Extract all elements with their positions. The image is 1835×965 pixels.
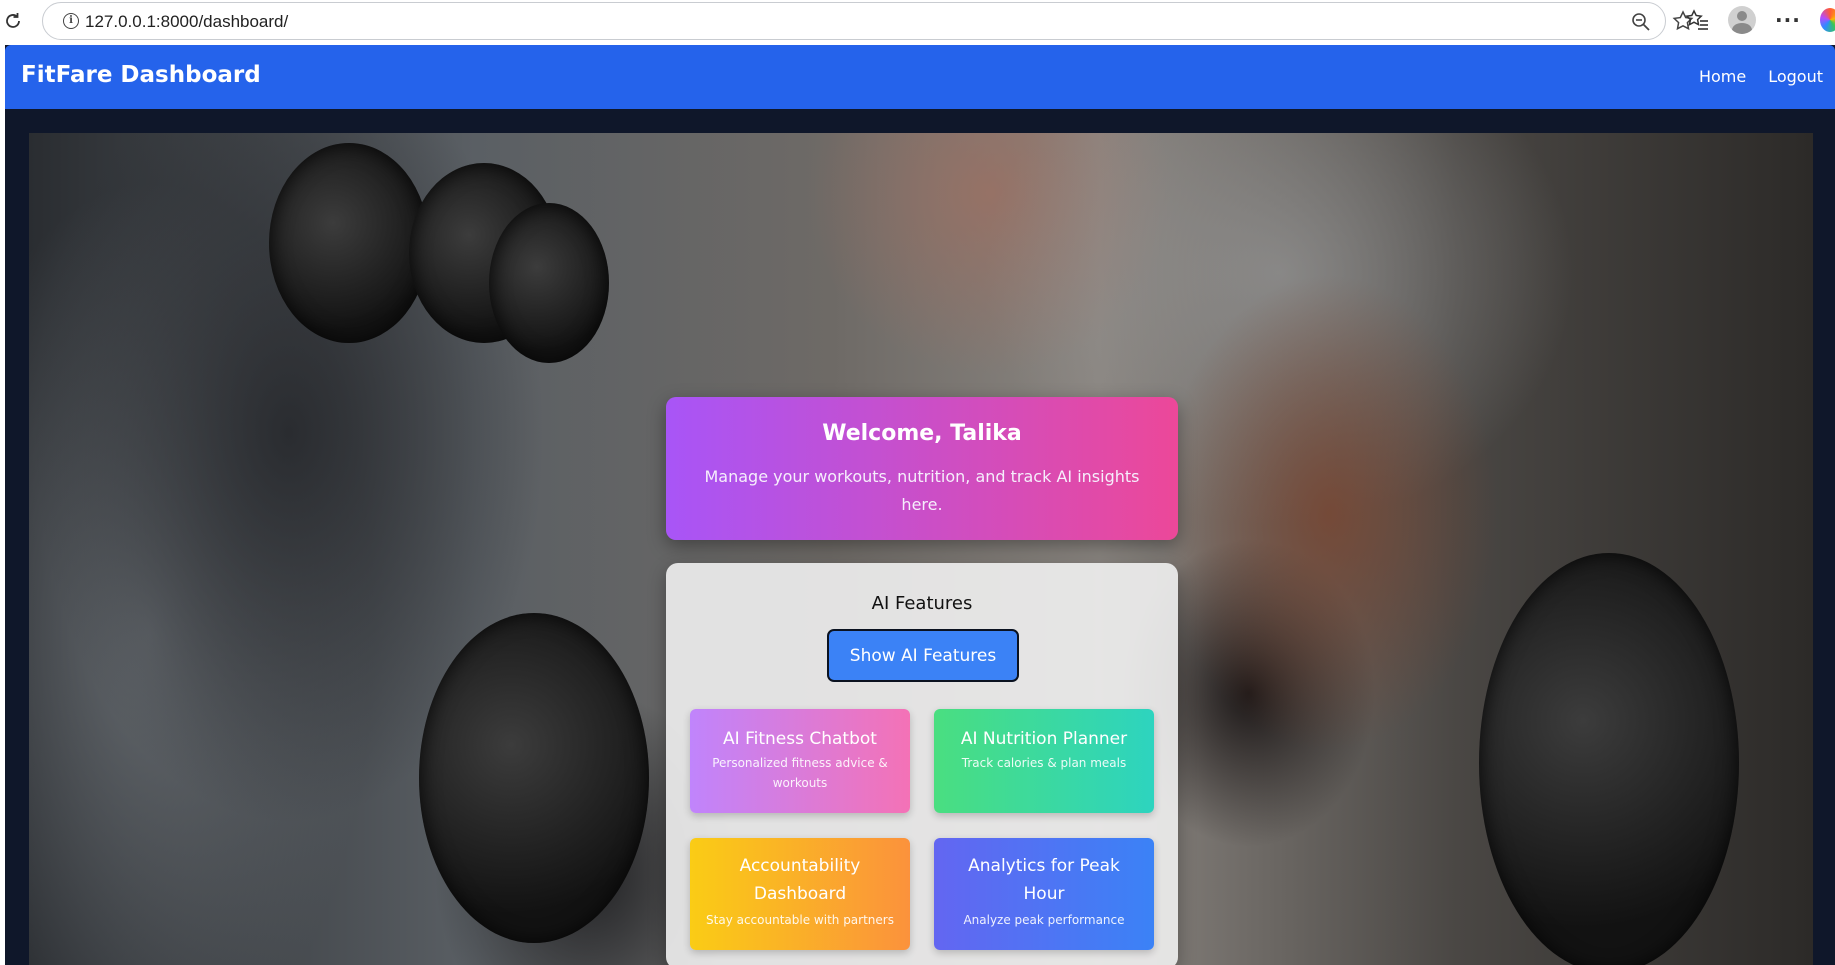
ai-features-heading: AI Features <box>871 593 973 614</box>
feature-card-title: AI Nutrition Planner <box>960 729 1128 749</box>
more-options-icon[interactable]: ··· <box>1775 8 1801 32</box>
welcome-subtitle: Manage your workouts, nutrition, and tra… <box>704 467 1140 514</box>
feature-card-peak-hour-analytics[interactable]: Analytics for Peak Hour Analyze peak per… <box>934 838 1154 950</box>
feature-card-description: Track calories & plan meals <box>961 756 1127 770</box>
brand-title[interactable]: FitFare Dashboard <box>21 62 261 88</box>
feature-card-title: Analytics for Peak Hour <box>968 856 1120 904</box>
feature-card-nutrition-planner[interactable]: AI Nutrition Planner Track calories & pl… <box>934 709 1154 813</box>
address-bar[interactable]: i 127.0.0.1:8000/dashboard/ <box>42 2 1694 40</box>
nav-link-home[interactable]: Home <box>1699 67 1746 86</box>
top-navbar: FitFare Dashboard Home Logout <box>5 45 1835 109</box>
ai-features-panel: AI Features Show AI Features AI Fitness … <box>666 563 1178 965</box>
feature-card-title: Accountability Dashboard <box>739 856 861 904</box>
profile-avatar-icon[interactable] <box>1728 6 1756 34</box>
zoom-icon[interactable] <box>1630 11 1652 33</box>
weight-plate-shape <box>419 613 649 943</box>
copilot-icon[interactable] <box>1820 8 1835 32</box>
nav-link-logout[interactable]: Logout <box>1768 67 1823 86</box>
welcome-title: Welcome, Talika <box>822 421 1022 446</box>
feature-card-title: AI Fitness Chatbot <box>723 729 877 749</box>
weight-plate-shape <box>489 203 609 363</box>
reload-icon[interactable] <box>2 10 24 32</box>
url-text[interactable]: 127.0.0.1:8000/dashboard/ <box>85 12 288 32</box>
weight-plate-shape <box>1479 553 1739 965</box>
feature-card-fitness-chatbot[interactable]: AI Fitness Chatbot Personalized fitness … <box>690 709 910 813</box>
feature-card-description: Stay accountable with partners <box>706 913 894 927</box>
feature-card-accountability-dashboard[interactable]: Accountability Dashboard Stay accountabl… <box>690 838 910 950</box>
show-ai-features-button[interactable]: Show AI Features <box>827 629 1019 682</box>
hero-background-image: Welcome, Talika Manage your workouts, nu… <box>29 133 1813 965</box>
welcome-card: Welcome, Talika Manage your workouts, nu… <box>666 397 1178 540</box>
page-body: FitFare Dashboard Home Logout Welcome, T… <box>5 45 1835 965</box>
site-info-icon[interactable]: i <box>63 13 79 29</box>
favorites-list-icon[interactable] <box>1684 7 1710 33</box>
nav-links: Home Logout <box>1699 67 1823 86</box>
weight-plate-shape <box>269 143 429 343</box>
feature-card-description: Personalized fitness advice & workouts <box>712 756 888 790</box>
browser-toolbar: i 127.0.0.1:8000/dashboard/ ··· <box>0 0 1835 45</box>
feature-card-description: Analyze peak performance <box>963 913 1125 927</box>
